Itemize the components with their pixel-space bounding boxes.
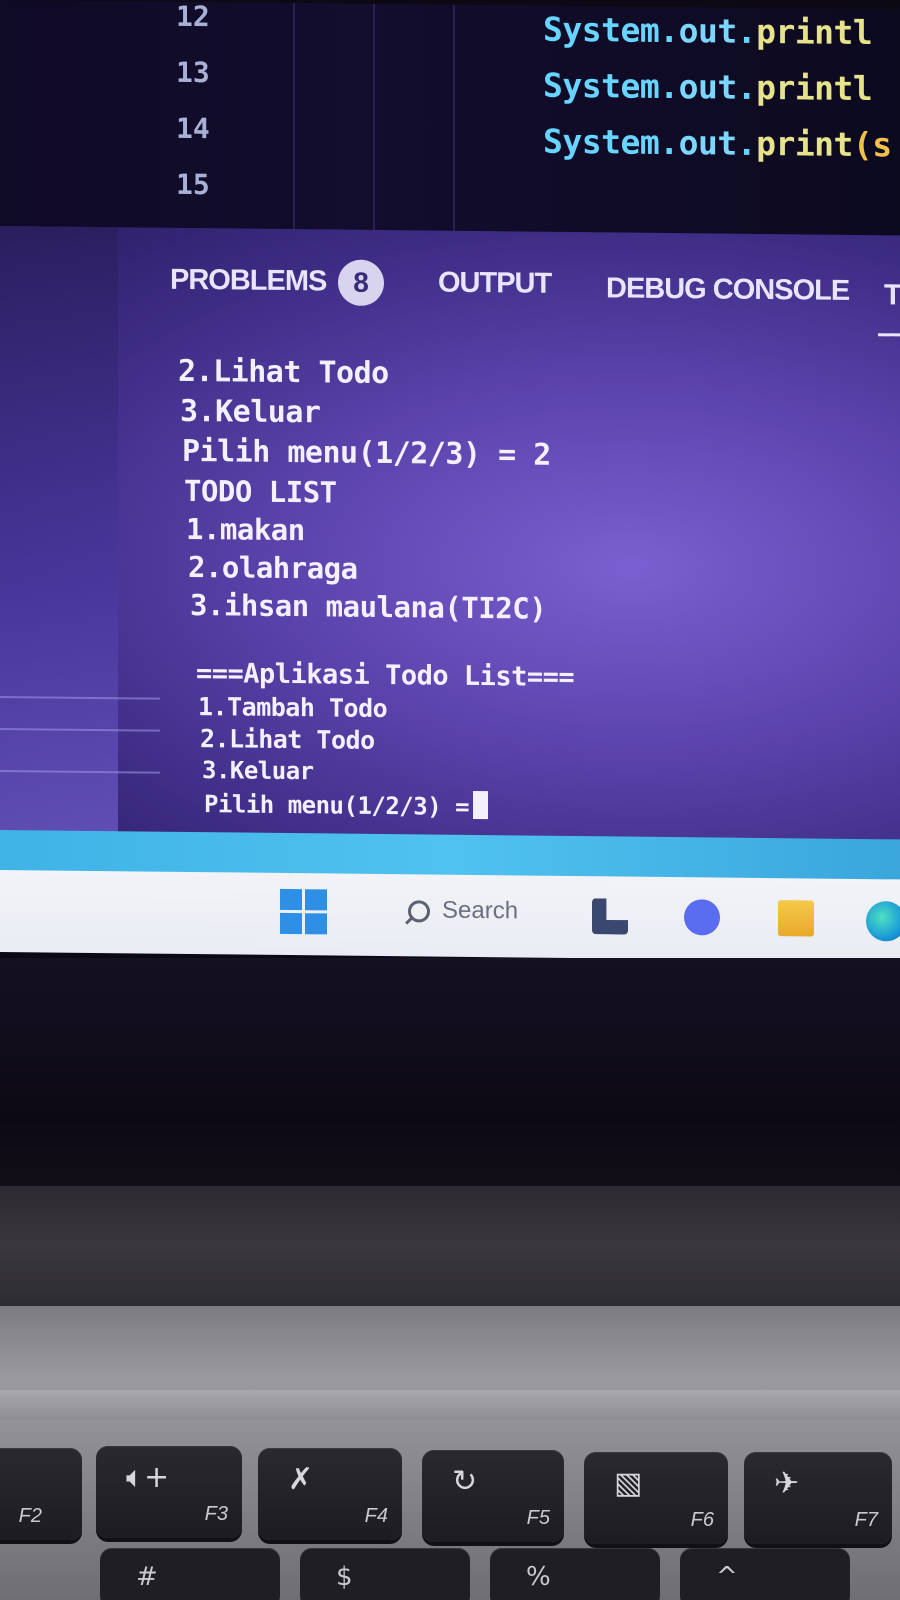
code-token-dot: .	[659, 122, 679, 163]
indent-guide	[373, 3, 375, 236]
terminal-line: 3.Keluar	[202, 756, 314, 786]
code-token-field: out	[678, 11, 737, 51]
search-icon	[408, 900, 430, 923]
key-5[interactable]: %	[490, 1548, 660, 1600]
volume-up-icon: 🔈︎+	[126, 1460, 170, 1495]
start-icon[interactable]	[280, 888, 328, 936]
code-token-field: out	[678, 123, 737, 163]
code-token-object: System	[543, 9, 660, 50]
key-f3[interactable]: 🔈︎+ F3	[96, 1446, 242, 1538]
prompt-text: Pilih menu(1/2/3) =	[204, 790, 470, 821]
edge-icon[interactable]	[866, 901, 900, 942]
photo-of-laptop: 12 13 14 15 System.out.printl System.out…	[0, 0, 900, 1600]
airplane-icon: ✈	[774, 1466, 800, 1501]
code-token-method: printl	[756, 11, 873, 53]
line-number: 15	[176, 167, 210, 202]
code-token-object: System	[543, 65, 660, 106]
terminal-line: 2.Lihat Todo	[200, 724, 375, 755]
key-4[interactable]: $	[300, 1548, 470, 1600]
terminal-line: 1.Tambah Todo	[198, 692, 388, 724]
tab-terminal[interactable]: T	[884, 279, 900, 312]
key-f7[interactable]: ✈ F7	[744, 1452, 892, 1544]
line-number: 12	[176, 0, 210, 34]
file-explorer-icon[interactable]	[778, 900, 814, 937]
terminal-line: Pilih menu(1/2/3) = 2	[182, 433, 551, 473]
screen-bezel	[0, 958, 900, 1190]
search-label: Search	[442, 896, 519, 925]
indent-guide	[293, 3, 295, 236]
terminal-line: 2.olahraga	[188, 549, 358, 586]
code-token-dot: .	[736, 11, 757, 51]
tab-debug-console[interactable]: DEBUG CONSOLE	[606, 272, 849, 308]
code-line[interactable]: System.out.print(s	[543, 122, 892, 165]
code-token-dot: .	[736, 67, 757, 107]
display-icon: ▧	[614, 1466, 643, 1501]
code-token-object: System	[543, 121, 660, 162]
taskbar: Search	[0, 870, 900, 962]
terminal-line: 2.Lihat Todo	[178, 353, 389, 392]
key-f4[interactable]: ✗ F4	[258, 1448, 402, 1540]
terminal-line: 3.ihsan maulana(TI2C)	[190, 587, 547, 626]
deck-highlight	[0, 1390, 900, 1420]
key-f5[interactable]: ↻ F5	[422, 1450, 564, 1542]
code-token-field: out	[678, 67, 737, 107]
terminal-line: 3.Keluar	[180, 393, 321, 431]
key-f6[interactable]: ▧ F6	[584, 1452, 728, 1544]
active-tab-indicator	[878, 333, 900, 337]
chat-icon[interactable]	[684, 899, 720, 936]
line-number: 13	[176, 55, 210, 90]
code-editor[interactable]: 12 13 14 15 System.out.printl System.out…	[0, 0, 900, 242]
terminal-prompt[interactable]: Pilih menu(1/2/3) =	[204, 788, 489, 821]
tab-problems[interactable]: PROBLEMS	[170, 264, 326, 299]
code-line[interactable]: System.out.printl	[543, 10, 872, 52]
indent-guide	[453, 4, 455, 237]
key-3[interactable]: #	[100, 1548, 280, 1600]
code-token-dot: .	[659, 66, 679, 107]
mic-mute-icon: ✗	[288, 1462, 314, 1497]
terminal-line: TODO LIST	[184, 473, 337, 510]
bottom-panel: PROBLEMS 8 OUTPUT DEBUG CONSOLE T 2.Liha…	[0, 226, 900, 844]
terminal-line: 1.makan	[186, 511, 305, 548]
text-cursor	[473, 790, 489, 820]
line-number: 14	[176, 111, 210, 146]
code-token-dot: .	[736, 123, 757, 163]
problems-count-badge: 8	[338, 259, 384, 307]
sidebar-shadow	[0, 226, 118, 836]
laptop-hinge	[0, 1186, 900, 1306]
tab-output[interactable]: OUTPUT	[438, 267, 551, 301]
key-6[interactable]: ^	[680, 1548, 850, 1600]
code-line[interactable]: System.out.printl	[543, 66, 872, 108]
code-token-dot: .	[659, 10, 679, 51]
refresh-icon: ↻	[452, 1464, 478, 1499]
code-token-paren: (s	[852, 124, 892, 165]
code-token-method: printl	[756, 67, 873, 109]
laptop-screen: 12 13 14 15 System.out.printl System.out…	[0, 0, 900, 969]
task-view-icon[interactable]	[592, 898, 628, 934]
code-token-method: print	[756, 123, 853, 164]
key-f2[interactable]: F2	[0, 1448, 82, 1540]
taskbar-search[interactable]: Search	[402, 894, 542, 931]
terminal-line: ===Aplikasi Todo List===	[196, 658, 575, 694]
